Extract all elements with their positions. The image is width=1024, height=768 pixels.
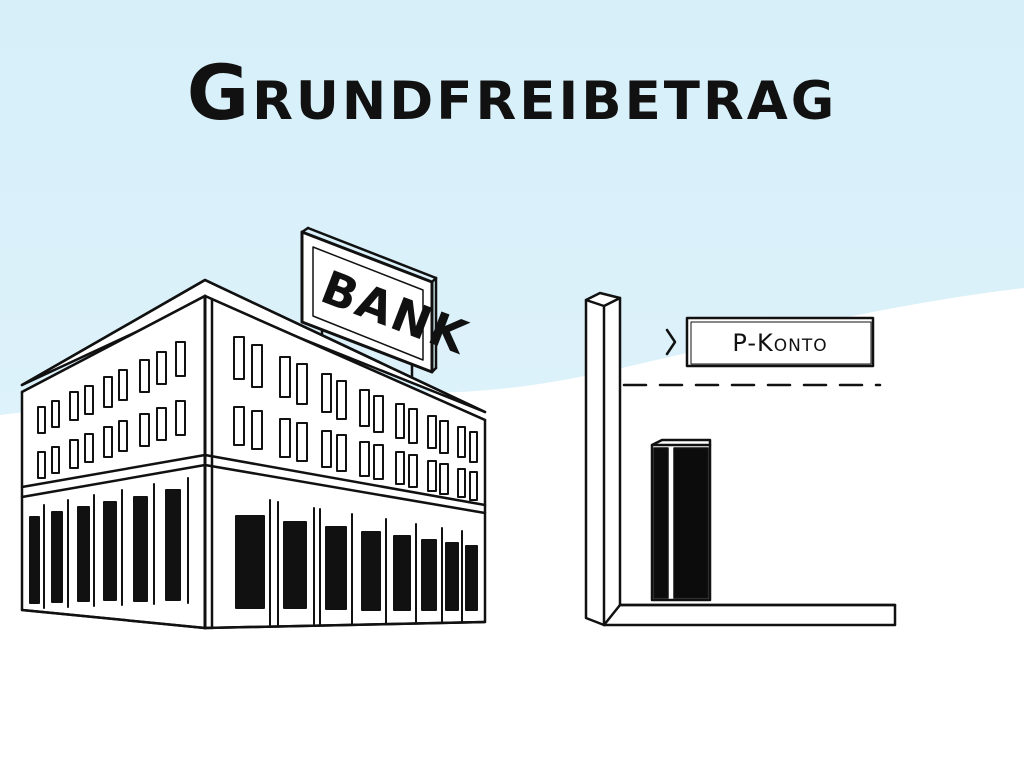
account-diagram: P-Konto — [584, 291, 897, 627]
account-label: P-Konto — [732, 329, 827, 357]
chevron-right-icon — [665, 328, 677, 356]
illustration-scene: Grundfreibetrag BANK P-Konto — [0, 0, 1024, 768]
door — [650, 438, 712, 602]
